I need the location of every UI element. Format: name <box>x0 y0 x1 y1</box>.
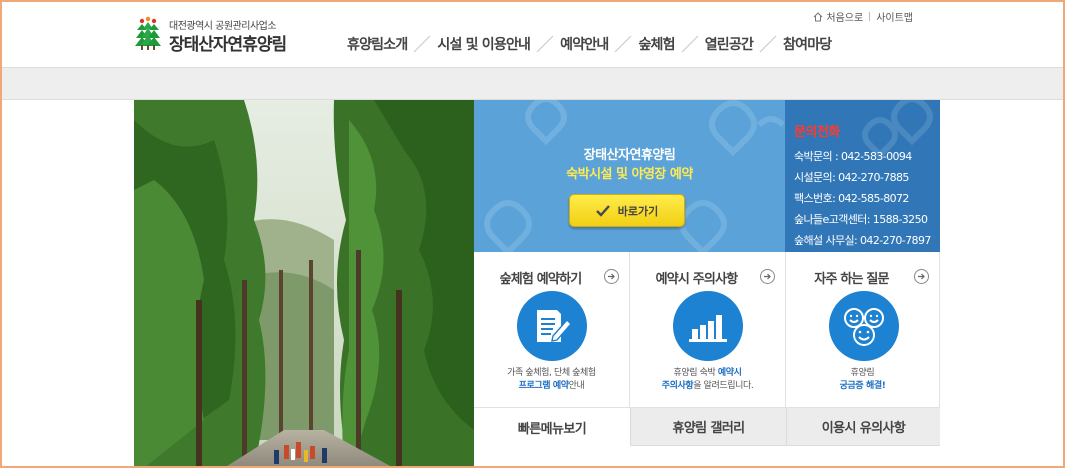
desc-text: 휴양림 숙박 <box>673 368 718 378</box>
site-title: 장태산자연휴양림 <box>169 35 287 55</box>
desc-highlight: 궁금증 해결! <box>839 381 886 391</box>
nav-item-reservation[interactable]: 예약안내 <box>560 34 609 54</box>
forest-road-image <box>134 100 474 468</box>
contact-row: 숲해설 사무실: 042-270-7897 <box>794 234 931 247</box>
home-icon <box>814 11 823 21</box>
quick-box-reservation-notice[interactable]: 예약시 주의사항 휴양림 숙박 예약시 주의사항을 알려드립니다. <box>630 252 786 408</box>
desc-highlight: 프로그램 예약 <box>518 381 569 391</box>
nav-item-participation[interactable]: 참여마당 <box>783 34 832 54</box>
desc-line: 가족 숲체험, 단체 숲체험 <box>507 368 596 378</box>
nav-slash-divider <box>759 35 777 53</box>
sitemap-link[interactable]: 사이트맵 <box>876 9 913 24</box>
quick-box-desc: 휴양림 숙박 예약시 주의사항을 알려드립니다. <box>630 367 785 393</box>
tab-gallery[interactable]: 휴양림 갤러리 <box>630 408 786 446</box>
quick-box-faq[interactable]: 자주 하는 질문 휴양림 궁금증 해결! <box>786 252 940 408</box>
tree-logo-icon <box>135 16 161 50</box>
quick-box-desc: 휴양림 궁금증 해결! <box>786 367 939 393</box>
arrow-right-circle-icon[interactable] <box>914 269 929 284</box>
desc-line: 휴양림 숙박 예약시 <box>630 367 785 380</box>
contact-title: 문의전화 <box>794 125 840 140</box>
reservation-banner: 장태산자연휴양림 숙박시설 및 야영장 예약 바로가기 <box>474 100 785 252</box>
desc-tail: 을 알려드립니다. <box>693 381 754 391</box>
tab-usage-notice[interactable]: 이용시 유의사항 <box>786 408 940 446</box>
tab-quick-menu[interactable]: 빠른메뉴보기 <box>474 408 630 446</box>
quick-box-forest-reservation[interactable]: 숲체험 예약하기 가족 숲체험, 단체 숲체험 프로그램 예약안내 <box>474 252 630 408</box>
submenu-band <box>0 67 1065 100</box>
nav-slash-divider <box>681 35 699 53</box>
nav-slash-divider <box>536 35 554 53</box>
nav-slash-divider <box>414 35 431 53</box>
desc-highlight: 예약시 <box>717 368 742 378</box>
nav-item-forest-experience[interactable]: 숲체험 <box>638 34 675 54</box>
smiley-faces-icon <box>829 291 899 361</box>
document-pen-icon <box>517 291 587 361</box>
site-logo[interactable]: 대전광역시 공원관리사업소 장태산자연휴양림 <box>134 14 314 55</box>
home-link[interactable]: 처음으로 <box>826 9 863 24</box>
utility-links: 처음으로 사이트맵 <box>813 9 913 24</box>
arrow-right-circle-icon[interactable] <box>604 269 619 284</box>
checkmark-icon <box>595 204 610 217</box>
site-header: 대전광역시 공원관리사업소 장태산자연휴양림 처음으로 사이트맵 휴양림소개 시… <box>0 0 1065 67</box>
desc-highlight: 주의사항 <box>661 381 694 391</box>
nav-slash-divider <box>615 35 632 53</box>
desc-tail: 안내 <box>568 381 585 391</box>
desc-line: 궁금증 해결! <box>786 380 939 393</box>
contact-row: 숙박문의 : 042-583-0094 <box>794 150 912 163</box>
nav-item-facilities[interactable]: 시설 및 이용안내 <box>437 34 531 54</box>
contact-list: 숙박문의 : 042-583-0094 시설문의: 042-270-7885 팩… <box>794 148 931 252</box>
contact-row: 팩스번호: 042-585-8072 <box>794 192 909 205</box>
banner-title: 장태산자연휴양림 <box>583 148 676 163</box>
banner-subtitle: 숙박시설 및 야영장 예약 <box>566 167 693 182</box>
util-divider <box>869 12 871 21</box>
desc-line: 주의사항을 알려드립니다. <box>630 380 785 393</box>
forest-photo <box>134 100 474 468</box>
contact-row: 시설문의: 042-270-7885 <box>794 171 909 184</box>
bar-chart-icon <box>673 291 743 361</box>
main-nav: 휴양림소개 시설 및 이용안내 예약안내 숲체험 열린공간 참여마당 <box>347 33 832 55</box>
desc-line: 프로그램 예약안내 <box>474 380 629 393</box>
contact-panel: 문의전화 숙박문의 : 042-583-0094 시설문의: 042-270-7… <box>785 100 940 252</box>
content-area <box>474 446 940 468</box>
contact-row: 숲나들e고객센터: 1588-3250 <box>794 213 928 226</box>
arrow-right-circle-icon[interactable] <box>760 269 775 284</box>
reservation-go-label: 바로가기 <box>617 204 659 218</box>
reservation-go-button[interactable]: 바로가기 <box>569 194 685 227</box>
nav-item-open-space[interactable]: 열린공간 <box>705 34 754 54</box>
nav-item-intro[interactable]: 휴양림소개 <box>347 34 408 54</box>
desc-line: 휴양림 <box>850 368 875 378</box>
quick-box-desc: 가족 숲체험, 단체 숲체험 프로그램 예약안내 <box>474 367 629 393</box>
